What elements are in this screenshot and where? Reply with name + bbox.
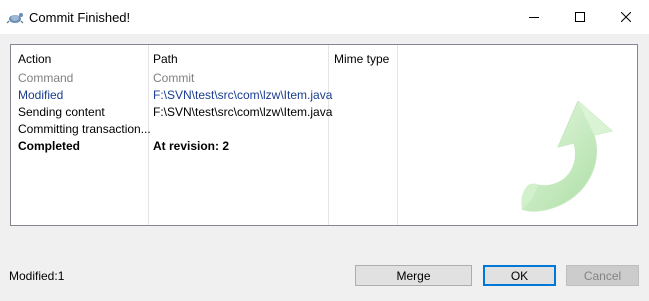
maximize-button[interactable] bbox=[557, 0, 603, 34]
close-icon bbox=[621, 12, 631, 22]
status-modified-count: Modified:1 bbox=[9, 269, 65, 283]
column-divider bbox=[328, 45, 329, 225]
column-header-action[interactable]: Action bbox=[18, 52, 51, 66]
minimize-icon bbox=[529, 17, 539, 18]
row-action[interactable]: Command bbox=[18, 70, 73, 87]
row-action[interactable]: Committing transaction... bbox=[18, 121, 151, 138]
column-header-path[interactable]: Path bbox=[153, 52, 178, 66]
cancel-button[interactable]: Cancel bbox=[566, 265, 639, 286]
row-path[interactable]: F:\SVN\test\src\com\lzw\Item.java bbox=[153, 87, 332, 104]
row-action[interactable]: Completed bbox=[18, 138, 80, 155]
merge-button[interactable]: Merge bbox=[355, 265, 472, 286]
column-divider bbox=[397, 45, 398, 225]
commit-results-list[interactable]: Action Path Mime type Command Commit Mod… bbox=[10, 44, 638, 226]
ok-button[interactable]: OK bbox=[483, 265, 556, 286]
green-curved-arrow-icon bbox=[516, 100, 616, 224]
minimize-button[interactable] bbox=[511, 0, 557, 34]
row-path[interactable]: Commit bbox=[153, 70, 194, 87]
row-action[interactable]: Modified bbox=[18, 87, 63, 104]
maximize-icon bbox=[575, 12, 585, 22]
title-bar: Commit Finished! bbox=[0, 0, 649, 34]
row-action[interactable]: Sending content bbox=[18, 104, 105, 121]
row-path[interactable]: F:\SVN\test\src\com\lzw\Item.java bbox=[153, 104, 332, 121]
row-path[interactable]: At revision: 2 bbox=[153, 138, 229, 155]
tortoisesvn-icon bbox=[6, 9, 24, 25]
column-header-mime-type[interactable]: Mime type bbox=[334, 52, 389, 66]
window-title: Commit Finished! bbox=[29, 10, 131, 25]
close-button[interactable] bbox=[603, 0, 649, 34]
